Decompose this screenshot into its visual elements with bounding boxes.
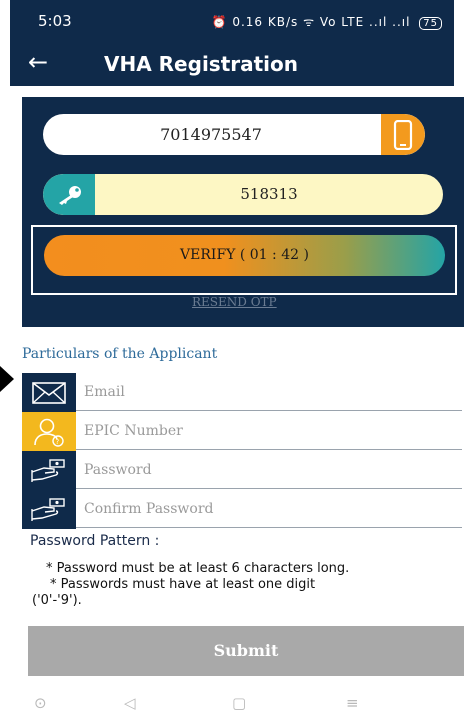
submit-button[interactable]: Submit: [28, 626, 464, 676]
verify-button[interactable]: VERIFY ( 01 : 42 ): [44, 235, 445, 276]
resend-otp-link[interactable]: RESEND OTP: [192, 295, 277, 309]
status-icons: ⏰ 0.16 KB/s ᯤ Vo LTE ..ıl ..ıl 75: [212, 13, 442, 30]
mobile-number-value: 7014975547: [160, 125, 262, 144]
otp-field[interactable]: 518313: [43, 174, 443, 215]
hand-key-icon: [31, 497, 65, 521]
email-icon-box: [22, 373, 76, 412]
back-arrow-icon[interactable]: ←: [28, 48, 48, 76]
hand-key-icon: [31, 458, 65, 482]
verify-highlight-box: VERIFY ( 01 : 42 ): [31, 225, 457, 295]
email-input[interactable]: [76, 373, 462, 411]
password-rule-length: * Password must be at least 6 characters…: [46, 561, 350, 576]
svg-text:?: ?: [56, 438, 60, 446]
epic-icon-box: ?: [22, 412, 76, 451]
phone-button[interactable]: [381, 114, 425, 155]
mobile-number-field[interactable]: 7014975547: [43, 114, 425, 155]
section-title: Particulars of the Applicant: [22, 346, 218, 362]
app-bar: ← VHA Registration: [10, 44, 454, 86]
key-button: [43, 174, 95, 215]
otp-value: 518313: [240, 185, 298, 203]
password-rule-digit: * Passwords must have at least one digit: [50, 577, 316, 592]
password-input[interactable]: [76, 451, 462, 489]
password-icon-box: [22, 451, 76, 490]
page-title: VHA Registration: [104, 52, 299, 76]
confirm-password-icon-box: [22, 490, 76, 529]
confirm-password-row: [22, 490, 464, 529]
key-icon: [59, 185, 81, 205]
confirm-password-input[interactable]: [76, 490, 462, 528]
status-bar: 5:03 ⏰ 0.16 KB/s ᯤ Vo LTE ..ıl ..ıl 75: [10, 0, 454, 44]
status-icons-text: ⏰ 0.16 KB/s ᯤ Vo LTE ..ıl ..ıl: [211, 15, 411, 29]
pointer-arrow-icon: [0, 366, 14, 392]
password-pattern-title: Password Pattern :: [30, 533, 160, 549]
battery-icon: 75: [419, 17, 442, 30]
assistant-circle-icon[interactable]: ⊙: [34, 694, 47, 712]
password-row: [22, 451, 464, 490]
menu-lines-icon[interactable]: ≡: [346, 694, 359, 712]
battery-level: 75: [423, 18, 438, 29]
email-row: [22, 373, 464, 412]
password-rule-digit-range: ('0'-'9').: [32, 593, 82, 608]
envelope-icon: [32, 381, 66, 404]
system-navigation-bar: ⊙ ◁ ▢ ≡: [0, 690, 464, 720]
status-time: 5:03: [38, 12, 72, 30]
back-triangle-icon[interactable]: ◁: [124, 694, 136, 712]
mobile-phone-icon: [393, 119, 413, 150]
otp-verification-panel: 7014975547 518313 VERIFY ( 01 : 42 ) RES…: [22, 97, 464, 327]
epic-row: ?: [22, 412, 464, 451]
user-question-icon: ?: [34, 418, 64, 447]
home-square-icon[interactable]: ▢: [232, 694, 246, 712]
epic-number-input[interactable]: [76, 412, 462, 450]
